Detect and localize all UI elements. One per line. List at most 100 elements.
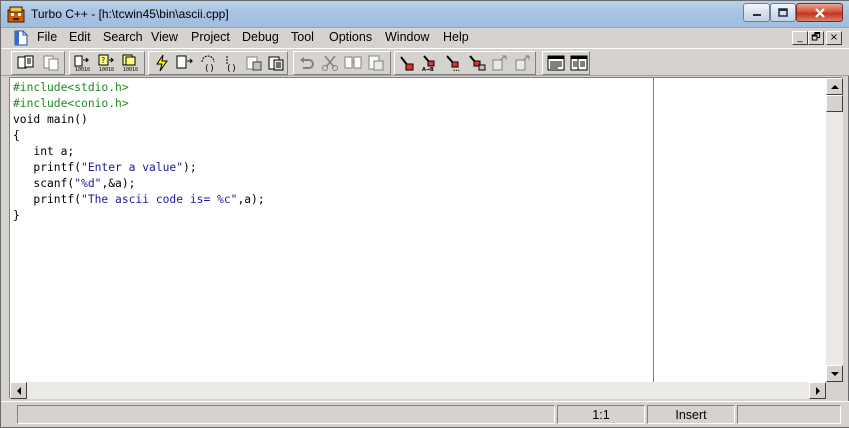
go-to-cursor-button[interactable]: () xyxy=(219,52,243,74)
turbo-cpp-window: Turbo C++ - [h:\tcwin45\bin\ascii.cpp] F… xyxy=(0,0,849,428)
horizontal-scrollbar[interactable] xyxy=(10,382,826,399)
replace-button[interactable]: A→B xyxy=(419,52,443,74)
edit-mode: Insert xyxy=(647,405,735,424)
search-button[interactable] xyxy=(396,52,420,74)
code-token: int a; xyxy=(13,145,75,158)
minimize-button[interactable] xyxy=(743,3,770,22)
close-button[interactable] xyxy=(796,3,843,22)
copy-button[interactable] xyxy=(341,52,365,74)
open-project-button[interactable] xyxy=(14,52,38,74)
speedbar: 10010 ? 10010 10010 () () A→B ... xyxy=(1,48,849,76)
code-line[interactable]: printf("Enter a value"); xyxy=(13,160,653,176)
scroll-down-button[interactable] xyxy=(826,365,843,382)
compile-icon: 10010 xyxy=(74,55,90,72)
search-icon xyxy=(400,56,414,71)
cut-button[interactable] xyxy=(318,52,342,74)
menu-debug[interactable]: Debug xyxy=(242,30,279,44)
project-window-button[interactable] xyxy=(567,52,591,74)
undo-button[interactable] xyxy=(295,52,319,74)
search-again-button[interactable]: ... xyxy=(442,52,466,74)
previous-icon xyxy=(492,55,507,71)
step-over-button[interactable] xyxy=(173,52,197,74)
menu-tool[interactable]: Tool xyxy=(291,30,314,44)
next-icon xyxy=(515,55,530,71)
search-again-icon: ... xyxy=(446,55,460,72)
string-token: "%d" xyxy=(74,177,102,190)
paste-icon xyxy=(368,55,384,71)
string-token: "The ascii code is= %c" xyxy=(81,193,238,206)
scroll-up-button[interactable] xyxy=(826,78,843,95)
menu-view[interactable]: View xyxy=(151,30,178,44)
mdi-close-button[interactable]: × xyxy=(826,31,842,45)
paste-button[interactable] xyxy=(364,52,388,74)
code-line[interactable]: printf("The ascii code is= %c",a); xyxy=(13,192,653,208)
open-project-icon xyxy=(17,55,34,69)
build-all-icon: 10010 xyxy=(122,54,138,72)
menu-file[interactable]: File xyxy=(37,30,57,44)
trace-into-icon: () xyxy=(201,55,215,72)
code-token: void main() xyxy=(13,113,88,126)
mdi-minimize-button[interactable]: _ xyxy=(792,31,808,45)
arrow-left-icon xyxy=(16,386,21,395)
code-line[interactable]: } xyxy=(13,208,653,224)
cut-icon xyxy=(322,55,338,71)
go-to-cursor-icon: () xyxy=(226,56,237,72)
window-title: Turbo C++ - [h:\tcwin45\bin\ascii.cpp] xyxy=(31,7,229,21)
arrow-right-icon xyxy=(815,386,820,395)
code-token: scanf( xyxy=(13,177,75,190)
svg-text:(): () xyxy=(204,64,215,72)
code-line[interactable]: #include<stdio.h> xyxy=(13,80,653,96)
save-button[interactable] xyxy=(39,52,63,74)
editor-window[interactable]: #include<stdio.h> #include<conio.h> void m… xyxy=(9,77,843,399)
browse-symbol-button[interactable] xyxy=(465,52,489,74)
vertical-scrollbar[interactable] xyxy=(826,78,843,382)
preprocessor-token: #include<stdio.h> xyxy=(13,81,129,94)
menu-help[interactable]: Help xyxy=(443,30,469,44)
minimize-icon xyxy=(752,13,761,16)
preprocessor-token: #include<conio.h> xyxy=(13,97,129,110)
make-button[interactable]: ? 10010 xyxy=(95,52,119,74)
code-line[interactable]: { xyxy=(13,128,653,144)
scroll-left-button[interactable] xyxy=(10,382,27,399)
message-window-icon xyxy=(547,55,565,71)
run-button[interactable] xyxy=(150,52,174,74)
inspect-button[interactable] xyxy=(264,52,288,74)
code-token: { xyxy=(13,129,20,142)
message-window-button[interactable] xyxy=(544,52,568,74)
menu-project[interactable]: Project xyxy=(191,30,230,44)
menu-options[interactable]: Options xyxy=(329,30,372,44)
code-line[interactable]: int a; xyxy=(13,144,653,160)
menu-edit[interactable]: Edit xyxy=(69,30,91,44)
vertical-scroll-thumb[interactable] xyxy=(826,95,843,112)
make-icon: ? 10010 xyxy=(98,54,115,72)
document-icon[interactable] xyxy=(14,30,28,46)
mdi-close-icon: × xyxy=(829,32,839,43)
turbo-cpp-app-icon[interactable] xyxy=(7,6,25,23)
toggle-breakpoint-button[interactable] xyxy=(242,52,266,74)
trace-into-button[interactable]: () xyxy=(196,52,220,74)
code-token: printf( xyxy=(13,193,82,206)
close-icon xyxy=(814,7,825,18)
menu-window[interactable]: Window xyxy=(385,30,429,44)
arrow-up-icon xyxy=(830,84,839,89)
menu-search[interactable]: Search xyxy=(103,30,143,44)
next-button[interactable] xyxy=(511,52,535,74)
scroll-right-button[interactable] xyxy=(809,382,826,399)
title-bar[interactable]: Turbo C++ - [h:\tcwin45\bin\ascii.cpp] xyxy=(1,1,849,28)
previous-button[interactable] xyxy=(488,52,512,74)
code-token: ,a); xyxy=(237,193,265,206)
code-line[interactable]: scanf("%d",&a); xyxy=(13,176,653,192)
mdi-restore-button[interactable]: 🗗 xyxy=(808,31,824,45)
code-editor[interactable]: #include<stdio.h> #include<conio.h> void m… xyxy=(13,80,653,380)
compile-button[interactable]: 10010 xyxy=(71,52,95,74)
svg-text:...: ... xyxy=(453,66,460,72)
svg-text:10010: 10010 xyxy=(123,67,138,72)
code-token: ); xyxy=(183,161,197,174)
maximize-button[interactable] xyxy=(770,3,796,22)
scrollbar-corner xyxy=(826,382,843,399)
svg-text:10010: 10010 xyxy=(75,67,90,72)
code-line[interactable]: void main() xyxy=(13,112,653,128)
arrow-down-icon xyxy=(830,371,839,376)
build-all-button[interactable]: 10010 xyxy=(119,52,143,74)
code-line[interactable]: #include<conio.h> xyxy=(13,96,653,112)
